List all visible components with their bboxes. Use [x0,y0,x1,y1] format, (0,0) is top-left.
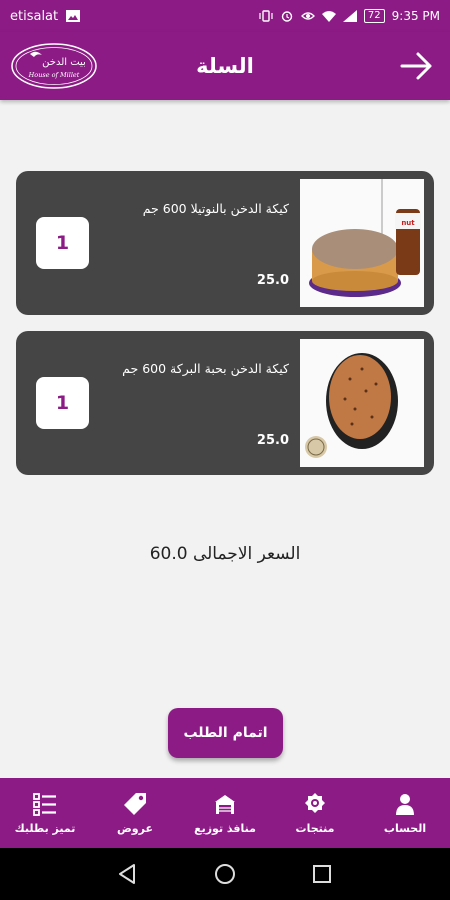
quantity-box[interactable]: 1 [36,377,89,429]
bottom-nav: الحساب منتجات منافذ توزيع عروض تميز بطلب… [0,778,450,848]
recents-icon[interactable] [310,862,334,886]
image-notification-icon [66,10,81,22]
item-price: 25.0 [256,273,289,288]
nav-label: الحساب [383,821,427,835]
logo-english-text: House of Millet [28,71,80,79]
cart-item[interactable]: 1 كيكة الدخن بالنوتيلا 600 جم 25.0 nut [16,171,434,315]
nav-label: تميز بطلبك [14,821,76,835]
nav-item-outlets[interactable]: منافذ توزيع [180,778,270,848]
signal-icon [342,10,357,22]
total-label: السعر الاجمالى [192,544,301,564]
logo-arabic-text: بيت الدخن [42,57,86,68]
nav-label: منافذ توزيع [194,821,256,835]
item-price: 25.0 [256,433,289,448]
eye-icon [300,12,315,20]
alarm-icon [281,11,293,22]
list-icon [33,792,56,816]
nav-label: عروض [117,821,153,835]
nav-item-account[interactable]: الحساب [360,778,450,848]
status-bar: etisalat 72 9:35 PM [0,0,450,32]
vibrate-icon [259,10,273,22]
item-name: كيكة الدخن بالنوتيلا 600 جم [142,201,289,216]
house-of-millet-logo[interactable]: بيت الدخن House of Millet [10,41,98,91]
cart-item[interactable]: 1 كيكة الدخن بحبة البركة 600 جم 25.0 [16,331,434,475]
person-icon [396,793,414,815]
svg-text:nut: nut [401,219,415,227]
tag-icon [124,792,146,815]
home-icon[interactable] [213,862,237,886]
nutella-cake-image: nut [300,179,424,307]
quantity-box[interactable]: 1 [36,217,89,269]
clock: 9:35 PM [391,9,440,23]
item-name: كيكة الدخن بحبة البركة 600 جم [122,361,289,376]
back-icon[interactable] [116,862,140,886]
wifi-icon [321,11,336,22]
nav-item-custom-order[interactable]: تميز بطلبك [0,778,90,848]
page-title: السلة [196,54,254,78]
cart-total: السعر الاجمالى 60.0 [0,544,450,564]
battery-level: 72 [363,9,385,23]
app-bar: بيت الدخن House of Millet السلة [0,32,450,100]
nav-item-offers[interactable]: عروض [90,778,180,848]
carrier-name: etisalat [10,8,59,24]
store-icon [215,794,235,814]
products-icon [305,792,325,813]
total-value: 60.0 [149,544,188,564]
nav-label: منتجات [295,821,335,835]
nav-item-products[interactable]: منتجات [270,778,360,848]
black-seed-cake-image [300,339,424,467]
system-nav-bar [0,848,450,900]
checkout-button[interactable]: اتمام الطلب [168,708,283,758]
forward-arrow-icon[interactable] [400,50,434,82]
